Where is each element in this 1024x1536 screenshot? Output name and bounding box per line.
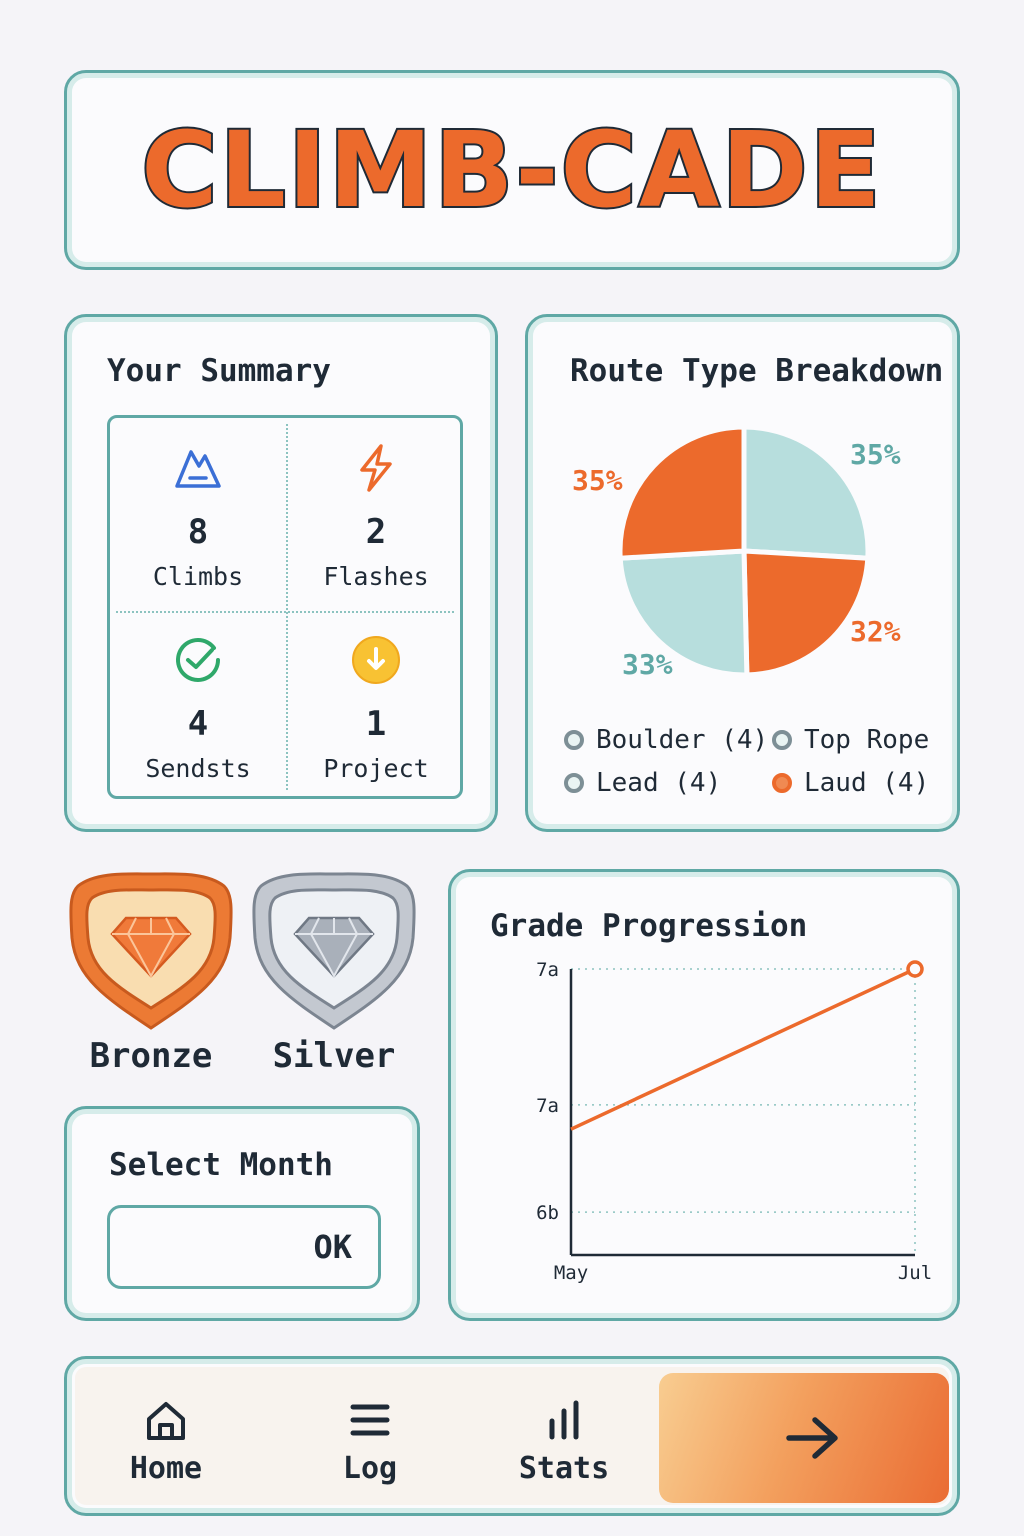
- app-title: CLIMB-CADE: [139, 107, 883, 233]
- stat-value: 8: [187, 512, 209, 552]
- stat-value: 4: [187, 704, 209, 744]
- pie-slice: [617, 424, 747, 561]
- route-breakdown-card: Route Type Breakdown 35% 32% 33% 35% Boulde…: [525, 314, 960, 832]
- grade-progression-card: Grade Progression 6b 7a 7a May Jul: [448, 869, 960, 1321]
- nav-label: Stats: [518, 1451, 610, 1486]
- legend-dot: [772, 773, 792, 793]
- legend-dot: [772, 730, 792, 750]
- silver-gem-badge-icon: [252, 872, 416, 1030]
- bar-chart-icon: [549, 1400, 579, 1440]
- arrow-down-circle-icon: [352, 636, 400, 684]
- mountain-icon: [175, 450, 221, 488]
- legend-item-boulder: Boulder (4): [564, 725, 768, 755]
- stat-project: 1 Project: [288, 610, 464, 800]
- legend-label: Top Rope: [804, 725, 930, 755]
- pie-slice-label: 32%: [850, 615, 901, 648]
- legend-item-laud: Laud (4): [772, 768, 929, 798]
- nav-label: Log: [342, 1451, 398, 1486]
- x-tick-label: Jul: [898, 1262, 932, 1284]
- legend-item-lead: Lead (4): [564, 768, 721, 798]
- badge-label: Bronze: [89, 1036, 213, 1076]
- badge-label: Silver: [272, 1036, 396, 1076]
- stat-flashes: 2 Flashes: [288, 418, 464, 608]
- line-chart: 6b 7a 7a May Jul: [536, 959, 932, 1284]
- badge-bronze[interactable]: Bronze: [66, 868, 236, 1088]
- y-tick-label: 7a: [536, 959, 559, 981]
- legend-dot: [564, 773, 584, 793]
- series-line: [570, 967, 916, 1131]
- pie-slice: [741, 548, 871, 678]
- stat-value: 2: [365, 512, 387, 552]
- legend-label: Lead (4): [596, 768, 722, 798]
- data-point: [906, 960, 924, 978]
- nav-label: Home: [129, 1451, 203, 1486]
- select-month-title: Select Month: [109, 1147, 333, 1183]
- select-month-card: Select Month OK: [64, 1106, 420, 1321]
- y-tick-label: 6b: [536, 1202, 559, 1224]
- header-card: CLIMB-CADE: [64, 70, 960, 270]
- legend-label: Laud (4): [804, 768, 930, 798]
- home-icon: [147, 1402, 185, 1440]
- legend-dot: [564, 730, 584, 750]
- check-circle-icon: [176, 638, 220, 682]
- nav-item-log[interactable]: Log: [295, 1389, 445, 1499]
- stat-label: Project: [323, 754, 429, 783]
- pie-slice-label: 35%: [572, 464, 623, 497]
- nav-item-stats[interactable]: Stats: [489, 1389, 639, 1499]
- summary-grid: 8 Climbs 2 Flashes 4 Sendsts 1 Project: [107, 415, 463, 799]
- arrow-right-icon: [786, 1417, 838, 1459]
- x-tick-label: May: [554, 1262, 588, 1284]
- stat-label: Flashes: [323, 562, 429, 591]
- summary-title: Your Summary: [107, 353, 331, 389]
- pie-slice-label: 33%: [622, 648, 673, 681]
- legend-item-top-rope: Top Rope: [772, 725, 929, 755]
- nav-item-home[interactable]: Home: [91, 1389, 241, 1499]
- summary-card: Your Summary 8 Climbs 2 Flashes 4 Sendst…: [64, 314, 498, 832]
- legend-label: Boulder (4): [596, 725, 769, 755]
- stat-value: 1: [365, 704, 387, 744]
- bronze-gem-badge-icon: [69, 872, 233, 1030]
- stat-climbs: 8 Climbs: [110, 418, 286, 608]
- y-tick-label: 7a: [536, 1095, 559, 1117]
- pie-slice-label: 35%: [850, 438, 901, 471]
- ok-button[interactable]: OK: [107, 1205, 381, 1289]
- stat-label: Climbs: [152, 562, 244, 591]
- pie-chart: 35% 32% 33% 35%: [572, 424, 901, 681]
- menu-icon: [350, 1404, 390, 1436]
- bottom-nav: Home Log Stats: [64, 1356, 960, 1516]
- badge-silver[interactable]: Silver: [249, 868, 419, 1088]
- next-button[interactable]: [659, 1373, 949, 1503]
- stat-sends: 4 Sendsts: [110, 610, 286, 800]
- lightning-icon: [360, 444, 392, 492]
- stat-label: Sendsts: [145, 754, 251, 783]
